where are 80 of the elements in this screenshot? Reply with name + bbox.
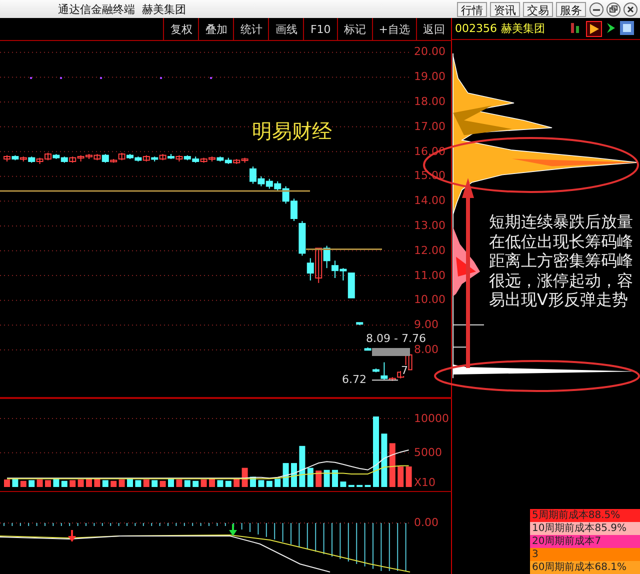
volume-bar	[299, 446, 306, 487]
volume-bar	[307, 468, 314, 487]
volume-bar	[266, 480, 272, 487]
window-title: 通达信金融终端 赫美集团	[58, 2, 187, 16]
candle	[364, 346, 372, 351]
arrow-icon[interactable]	[606, 20, 616, 34]
volume-bar	[152, 480, 158, 487]
price-axis-label: 12.00	[414, 244, 446, 257]
price-range-label: 8.09 - 7.76	[366, 332, 426, 345]
volume-bar	[242, 468, 248, 487]
price-range-bar	[372, 348, 410, 356]
restore-icon[interactable]	[606, 2, 621, 16]
minimize-icon[interactable]	[589, 2, 604, 16]
macd-axis-label: 0.00	[414, 516, 438, 529]
cost-legend-row: 10周期前成本85.9%	[530, 522, 640, 535]
grid-icon[interactable]	[620, 20, 634, 34]
price-axis-label: 9.00	[414, 318, 438, 332]
volume-bar	[70, 480, 76, 487]
price-axis-label: 14.00	[414, 194, 446, 208]
menu-button[interactable]: 服务	[556, 2, 586, 16]
stock-code: 002356	[455, 22, 497, 35]
candle	[356, 322, 364, 326]
volume-bar	[324, 470, 330, 487]
down-arrow-icon	[229, 524, 237, 536]
volume-bar	[389, 443, 396, 487]
cost-legend-row: 5周期前成本88.5%	[530, 509, 640, 522]
volume-bar	[135, 480, 142, 487]
price-axis-label: 10.00	[414, 293, 446, 306]
volume-bar	[282, 463, 289, 487]
volume-bar	[348, 484, 354, 487]
volume-bar	[192, 480, 199, 487]
volume-bar	[217, 480, 224, 487]
stock-name: 赫美集团	[501, 21, 545, 36]
volume-bar	[340, 482, 346, 487]
volume-axis-label: 10000	[414, 412, 449, 425]
volume-bar	[61, 480, 68, 487]
price-axis-label: 8.00	[414, 342, 438, 356]
price-axis-label: 17.00	[414, 120, 446, 133]
menu-button[interactable]: 交易	[523, 2, 553, 16]
cost-legend-row: 3	[530, 548, 640, 561]
volume-bar	[102, 480, 108, 487]
volume-bar	[364, 484, 371, 487]
bars-icon[interactable]	[570, 20, 582, 34]
menu-button[interactable]: 资讯	[490, 2, 520, 16]
volume-bar	[160, 480, 166, 487]
volume-bar	[45, 480, 51, 487]
price-axis-label: 11.00	[414, 268, 446, 282]
volume-bar	[225, 480, 232, 487]
multiplier-label: X10	[414, 476, 436, 489]
volume-bar	[316, 470, 322, 487]
close-icon[interactable]	[623, 2, 638, 16]
volume-bar	[4, 479, 10, 487]
cost-legend-row: 60周期前成本68.1%	[530, 561, 640, 574]
volume-bar	[184, 480, 190, 487]
volume-bar	[332, 470, 338, 487]
volume-bar	[356, 484, 363, 487]
annotation-text: 短期连续暴跌后放量 在低位出现长筹码峰 距离上方密集筹码峰 很远，涨停起动，容 易出现V形反弹走势	[489, 212, 633, 310]
volume-bar	[373, 416, 379, 487]
volume-bar	[274, 478, 281, 487]
volume-bar	[28, 480, 35, 487]
low-price-label: 6.72	[342, 373, 366, 386]
overlay-title: 明易财经	[252, 118, 332, 145]
volume-bar	[381, 434, 388, 487]
volume-bar	[110, 480, 117, 487]
volume-bar	[258, 480, 264, 487]
volume-bar	[20, 480, 26, 487]
price-label: 7	[401, 365, 408, 376]
volume-bar	[398, 466, 404, 487]
volume-bar	[406, 466, 412, 487]
low-price-line	[372, 380, 398, 381]
menu-button[interactable]: 行情	[457, 2, 487, 16]
price-axis-label: 18.00	[414, 94, 446, 108]
cost-legend-row: 20周期前成本7	[530, 535, 640, 548]
price-axis-label: 19.00	[414, 70, 446, 84]
price-axis-label: 20.00	[414, 45, 446, 58]
price-axis-label: 13.00	[414, 218, 446, 232]
down-arrow-icon	[68, 530, 76, 542]
volume-axis-label: 5000	[414, 446, 442, 459]
volume-bar	[291, 463, 297, 487]
play-icon[interactable]	[586, 20, 602, 36]
